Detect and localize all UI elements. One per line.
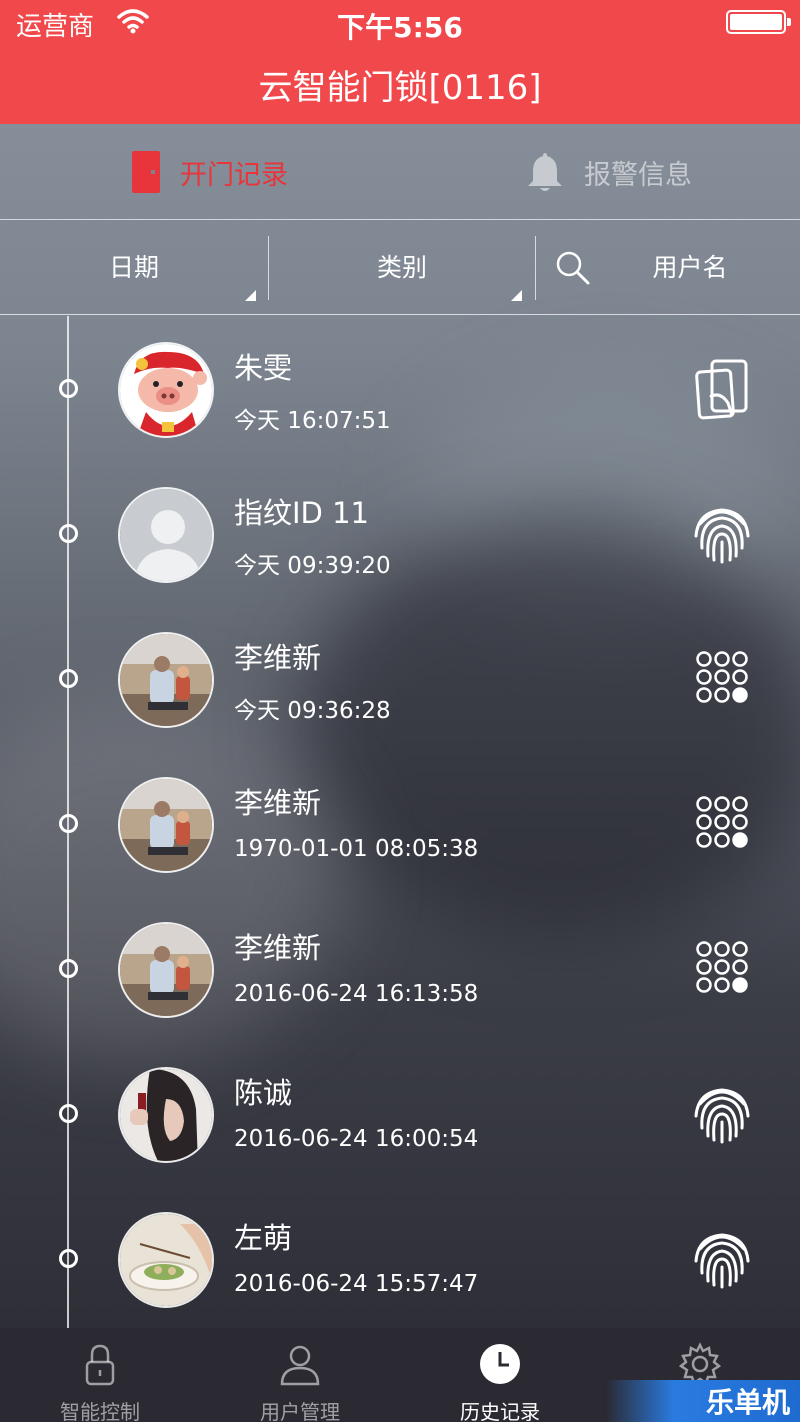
date-dropdown-indicator-icon [245, 290, 256, 301]
list-item[interactable]: 李维新 2016-06-24 16:13:58 [0, 897, 800, 1042]
avatar [118, 632, 214, 728]
tab-alarm-info-label: 报警信息 [584, 159, 692, 191]
card-icon [690, 357, 754, 421]
timeline-dot [59, 669, 78, 688]
record-time: 2016-06-24 16:00:54 [234, 1126, 479, 1152]
record-name: 李维新 [234, 931, 322, 965]
timeline-dot [59, 1104, 78, 1123]
watermark-logo: 乐单机 [606, 1380, 800, 1422]
fingerprint-icon [690, 1082, 754, 1146]
username-search-label: 用户名 [652, 253, 728, 282]
record-name: 李维新 [234, 786, 322, 820]
battery-icon [726, 10, 791, 34]
search-icon[interactable] [555, 250, 591, 290]
username-search-field[interactable]: 用户名 [620, 221, 760, 315]
record-name: 左萌 [234, 1221, 293, 1255]
avatar [118, 342, 214, 438]
nav-smart-control[interactable]: 智能控制 [0, 1328, 200, 1422]
door-icon [132, 151, 160, 193]
fingerprint-icon [690, 1227, 754, 1291]
fingerprint-icon [690, 502, 754, 566]
keypad-icon [690, 647, 754, 711]
tab-open-records-label: 开门记录 [180, 159, 288, 191]
record-time: 2016-06-24 16:13:58 [234, 981, 479, 1007]
nav-history[interactable]: 历史记录 [400, 1328, 600, 1422]
record-time: 今天 09:39:20 [234, 553, 391, 579]
record-time: 1970-01-01 08:05:38 [234, 836, 479, 862]
nav-user-management[interactable]: 用户管理 [200, 1328, 400, 1422]
status-bar: 运营商 下午5:56 [0, 0, 800, 44]
timeline-dot [59, 379, 78, 398]
beach-photo-avatar-icon [120, 924, 212, 1016]
record-name: 指纹ID 11 [234, 496, 370, 530]
beach-photo-avatar-icon [120, 634, 212, 726]
list-item[interactable]: 李维新 今天 09:36:28 [0, 607, 800, 752]
avatar [118, 1067, 214, 1163]
category-dropdown-indicator-icon [511, 290, 522, 301]
list-item[interactable]: 李维新 1970-01-01 08:05:38 [0, 752, 800, 897]
list-item[interactable]: 左萌 2016-06-24 15:57:47 [0, 1187, 800, 1332]
record-name: 朱雯 [234, 351, 293, 385]
record-tabs: 开门记录 报警信息 [0, 124, 800, 220]
record-time: 今天 09:36:28 [234, 698, 391, 724]
nav-smart-control-label: 智能控制 [60, 1400, 140, 1422]
beach-photo-avatar-icon [120, 779, 212, 871]
record-time: 今天 16:07:51 [234, 408, 391, 434]
status-time: 下午5:56 [337, 11, 463, 44]
category-filter-label: 类别 [376, 253, 427, 282]
date-filter[interactable]: 日期 [0, 221, 268, 315]
date-filter-label: 日期 [108, 253, 159, 282]
tab-open-records[interactable]: 开门记录 [132, 124, 288, 220]
avatar [118, 922, 214, 1018]
default-person-avatar-icon [120, 489, 212, 581]
clock-icon [478, 1342, 522, 1386]
user-icon [278, 1342, 322, 1386]
category-filter[interactable]: 类别 [269, 221, 535, 315]
timeline-dot [59, 524, 78, 543]
divider [535, 236, 536, 300]
timeline-dot [59, 959, 78, 978]
app-header: 运营商 下午5:56 云智能门锁[0116] [0, 0, 800, 124]
keypad-icon [690, 792, 754, 856]
nav-history-label: 历史记录 [460, 1400, 540, 1422]
record-name: 陈诚 [234, 1076, 293, 1110]
list-item[interactable]: 朱雯 今天 16:07:51 [0, 317, 800, 462]
nav-user-management-label: 用户管理 [260, 1400, 340, 1422]
food-photo-avatar-icon [120, 1214, 212, 1306]
filter-bar: 日期 类别 用户名 [0, 221, 800, 315]
record-name: 李维新 [234, 641, 322, 675]
watermark-text: 乐单机 [705, 1386, 790, 1419]
record-time: 2016-06-24 15:57:47 [234, 1271, 479, 1297]
tab-alarm-info[interactable]: 报警信息 [526, 124, 692, 220]
bell-icon [526, 151, 564, 193]
avatar [118, 487, 214, 583]
avatar [118, 777, 214, 873]
lock-icon [78, 1342, 122, 1386]
avatar [118, 1212, 214, 1308]
woman-photo-avatar-icon [120, 1069, 212, 1161]
list-item[interactable]: 指纹ID 11 今天 09:39:20 [0, 462, 800, 607]
list-item[interactable]: 陈诚 2016-06-24 16:00:54 [0, 1042, 800, 1187]
cartoon-pig-avatar-icon [120, 344, 212, 436]
timeline-dot [59, 814, 78, 833]
timeline-dot [59, 1249, 78, 1268]
page-title: 云智能门锁[0116] [258, 68, 542, 108]
keypad-icon [690, 937, 754, 1001]
